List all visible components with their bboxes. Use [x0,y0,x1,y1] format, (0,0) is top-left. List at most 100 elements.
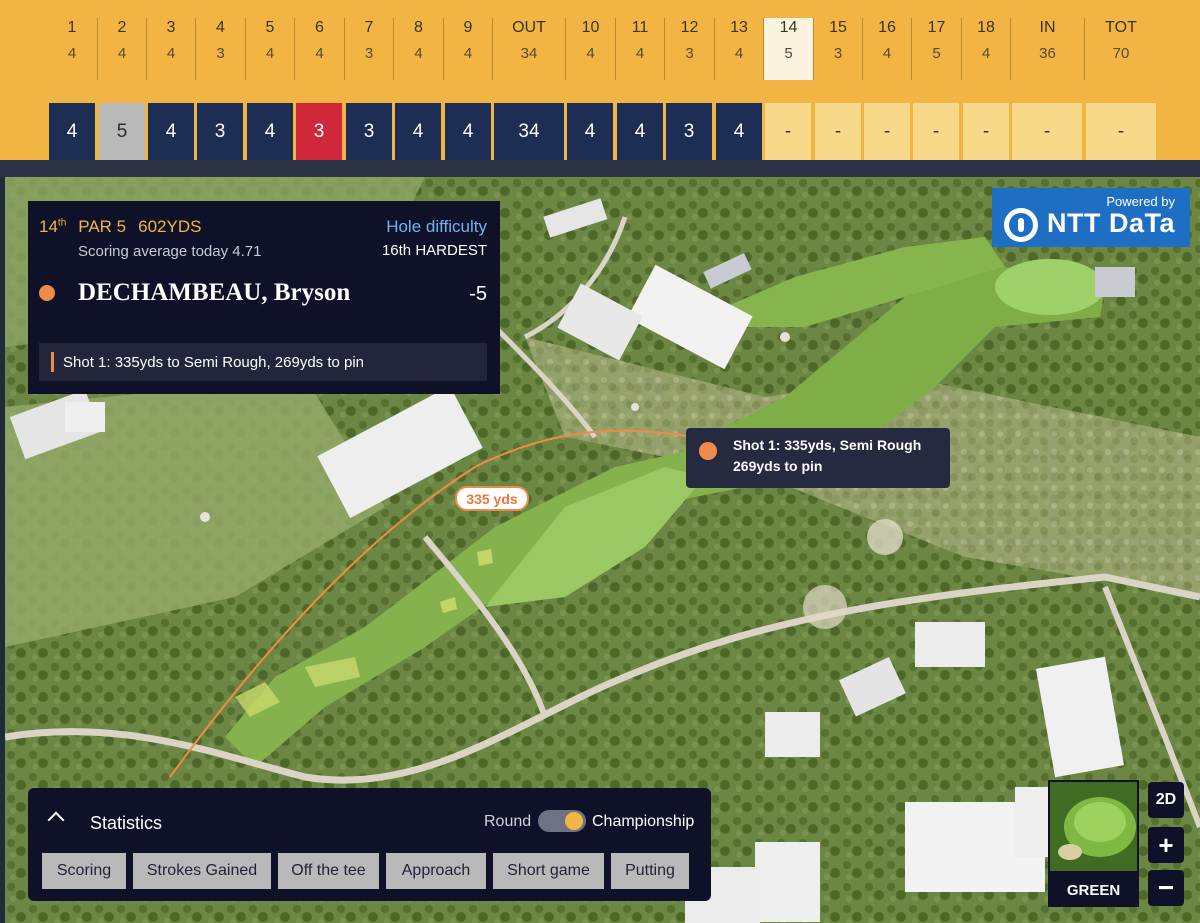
hole-par-label: 4 [265,45,275,62]
hole-par-label: 4 [67,45,77,62]
hole-column-9[interactable]: 94 [443,18,492,80]
hole-column-3[interactable]: 34 [146,18,195,80]
scorecard: 1 4 2 4 3 4 4 3 5 4 6 4 7 3 8 4 9 4 OUT 34 10 4 11 4 12 3 13 4 14 5 15… [0,0,1200,170]
score-cell-tot: - [1086,103,1156,160]
tooltip-line-2: 269yds to pin [733,458,823,474]
shot-distance-label: 335 yds [455,486,529,511]
hole-column-4[interactable]: 43 [195,18,245,80]
shot-list-item[interactable]: Shot 1: 335yds to Semi Rough, 269yds to … [39,343,487,381]
hole-column-out[interactable]: OUT 34 [492,18,565,80]
hole-column-5[interactable]: 54 [245,18,294,80]
hole-column-12[interactable]: 12 3 [664,18,714,80]
score-cell-12: 3 [666,103,712,160]
hole-par-label: 5 [932,45,941,62]
statistics-title[interactable]: Statistics [90,813,162,834]
hole-column-10[interactable]: 10 4 [565,18,615,80]
scorecard-divider [0,160,1200,177]
hole-par-label: 3 [364,45,374,62]
hole-info-panel: 14th PAR 5 602YDS Scoring average today 4.… [28,201,500,394]
score-cell-in: - [1012,103,1082,160]
hole-column-2[interactable]: 24 [97,18,146,80]
hole-par-label: 4 [981,45,991,62]
tab-off-the-tee[interactable]: Off the tee [278,853,379,889]
green-label: GREEN [1048,873,1139,907]
hole-number-suffix: th [57,217,67,229]
hole-column-14[interactable]: 14 5 [763,18,813,80]
tab-putting[interactable]: Putting [611,853,689,889]
hole-column-tot[interactable]: TOT 70 [1084,18,1157,80]
score-cell-7: 3 [346,103,392,160]
score-cell-17: - [913,103,959,160]
hole-par-label: 3 [216,45,225,62]
chevron-up-icon[interactable] [47,811,65,829]
hole-number-label: 14 [779,19,798,36]
hole-column-17[interactable]: 17 5 [911,18,961,80]
hole-number-label: 1 [67,19,77,36]
tab-scoring[interactable]: Scoring [42,853,126,889]
hole-column-8[interactable]: 84 [393,18,443,80]
tab-strokes-gained[interactable]: Strokes Gained [133,853,271,889]
tab-short-game[interactable]: Short game [493,853,604,889]
statistics-panel: Statistics Round Championship Scoring St… [28,788,711,901]
hole-par-label: 34 [520,45,538,62]
round-championship-toggle[interactable] [538,810,586,832]
hole-par-label: 4 [635,45,645,62]
hole-column-15[interactable]: 15 3 [813,18,862,80]
hole-number-label: OUT [512,19,546,36]
tooltip-line-1: Shot 1: 335yds, Semi Rough [733,437,922,453]
hole-par-label: 4 [734,45,744,62]
score-cell-out: 34 [494,103,564,160]
score-cell-6: 3 [296,103,342,160]
hole-column-11[interactable]: 11 4 [615,18,664,80]
hole-difficulty-value: 16th HARDEST [381,242,487,259]
score-cell-1: 4 [49,103,95,160]
hole-number-label: 3 [166,19,176,36]
hole-par-label: 3 [833,45,843,62]
tab-approach[interactable]: Approach [386,853,486,889]
hole-number-label: 10 [581,19,600,36]
hole-column-13[interactable]: 13 4 [714,18,763,80]
green-preview[interactable] [1048,780,1139,873]
zoom-in-button[interactable]: + [1148,827,1184,863]
hole-number-label: 8 [414,19,423,36]
ntt-logo-icon [1004,208,1038,242]
hole-column-7[interactable]: 73 [344,18,393,80]
hole-column-1[interactable]: 14 [47,18,97,80]
score-cell-13: 4 [716,103,762,160]
zoom-out-button[interactable]: − [1148,870,1184,906]
hole-number-label: 11 [631,19,649,36]
hole-column-in[interactable]: IN 36 [1010,18,1084,80]
hole-par-label: 4 [117,45,127,62]
hole-par-label: 4 [882,45,892,62]
score-cell-18: - [963,103,1009,160]
hole-number-label: 17 [927,19,946,36]
toggle-championship-label: Championship [592,813,695,830]
hole-par-label: 4 [463,45,473,62]
hole-column-16[interactable]: 16 4 [862,18,911,80]
scoring-average: Scoring average today 4.71 [78,243,262,260]
hole-par-label: 4 [586,45,595,62]
score-cell-3: 4 [148,103,194,160]
hole-column-18[interactable]: 18 4 [961,18,1010,80]
hole-number-label: 13 [730,19,748,36]
sponsor-brand: NTT DaTa [1047,208,1176,238]
score-cell-11: 4 [617,103,663,160]
shot-marker-icon [699,442,717,460]
hole-header: 14th PAR 5 602YDS [39,217,201,237]
sponsor-badge[interactable]: Powered by NTT DaTa [992,188,1190,247]
hole-column-6[interactable]: 64 [294,18,344,80]
hole-number: 14 [39,217,58,236]
shot-summary: Shot 1: 335yds to Semi Rough, 269yds to … [63,353,365,371]
player-name[interactable]: DECHAMBEAU, Bryson [78,279,350,307]
score-cell-9: 4 [445,103,491,160]
hole-number-label: 7 [364,19,374,36]
hole-number-label: 5 [265,19,275,36]
score-cell-15: - [815,103,861,160]
hole-number-label: 18 [977,19,995,36]
hole-number-label: IN [1039,19,1056,36]
green-preview-image [1050,782,1137,871]
hole-par-label: 3 [685,45,694,62]
view-2d-button[interactable]: 2D [1148,782,1184,818]
hole-number-label: TOT [1105,19,1137,36]
player-score: -5 [469,283,487,305]
